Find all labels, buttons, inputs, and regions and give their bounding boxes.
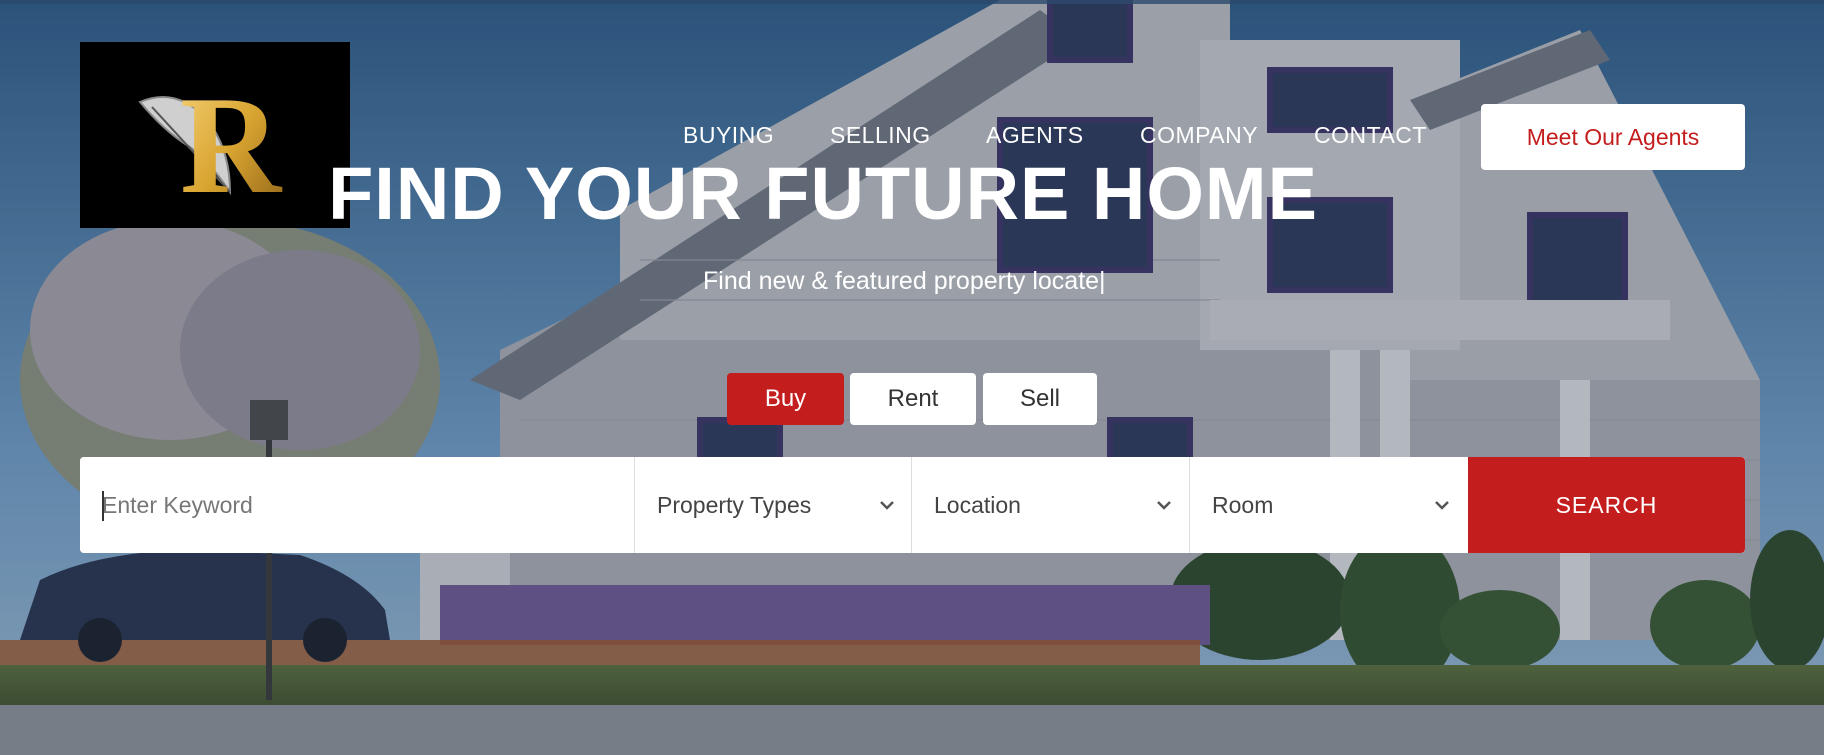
location-label: Location — [934, 492, 1021, 518]
room-label: Room — [1212, 492, 1274, 518]
nav-item-agents[interactable]: AGENTS — [986, 122, 1084, 149]
hero-heading-wrap: FIND YOUR FUTURE HOME — [0, 154, 1824, 234]
hero-subtitle: Find new & featured property locate| — [703, 267, 1106, 295]
hero-title: FIND YOUR FUTURE HOME — [328, 152, 1318, 235]
room-select[interactable]: Room — [1189, 457, 1466, 553]
chevron-down-icon — [1157, 501, 1171, 510]
tab-sell[interactable]: Sell — [983, 373, 1097, 425]
property-types-select[interactable]: Property Types — [634, 457, 911, 553]
location-select[interactable]: Location — [911, 457, 1188, 553]
text-cursor — [102, 491, 104, 521]
nav-item-buying[interactable]: BUYING — [683, 122, 774, 149]
keyword-input[interactable] — [80, 457, 634, 553]
search-button[interactable]: SEARCH — [1468, 457, 1745, 553]
property-types-label: Property Types — [657, 492, 812, 518]
nav-item-selling[interactable]: SELLING — [830, 122, 931, 149]
chevron-down-icon — [880, 501, 894, 510]
property-search-bar: Property Types Location Room SEARCH — [80, 457, 1745, 553]
tab-rent[interactable]: Rent — [850, 373, 976, 425]
tab-buy[interactable]: Buy — [727, 373, 844, 425]
top-border — [0, 0, 1824, 4]
chevron-down-icon — [1435, 501, 1449, 510]
nav-item-company[interactable]: COMPANY — [1140, 122, 1258, 149]
nav-item-contact[interactable]: CONTACT — [1314, 122, 1427, 149]
